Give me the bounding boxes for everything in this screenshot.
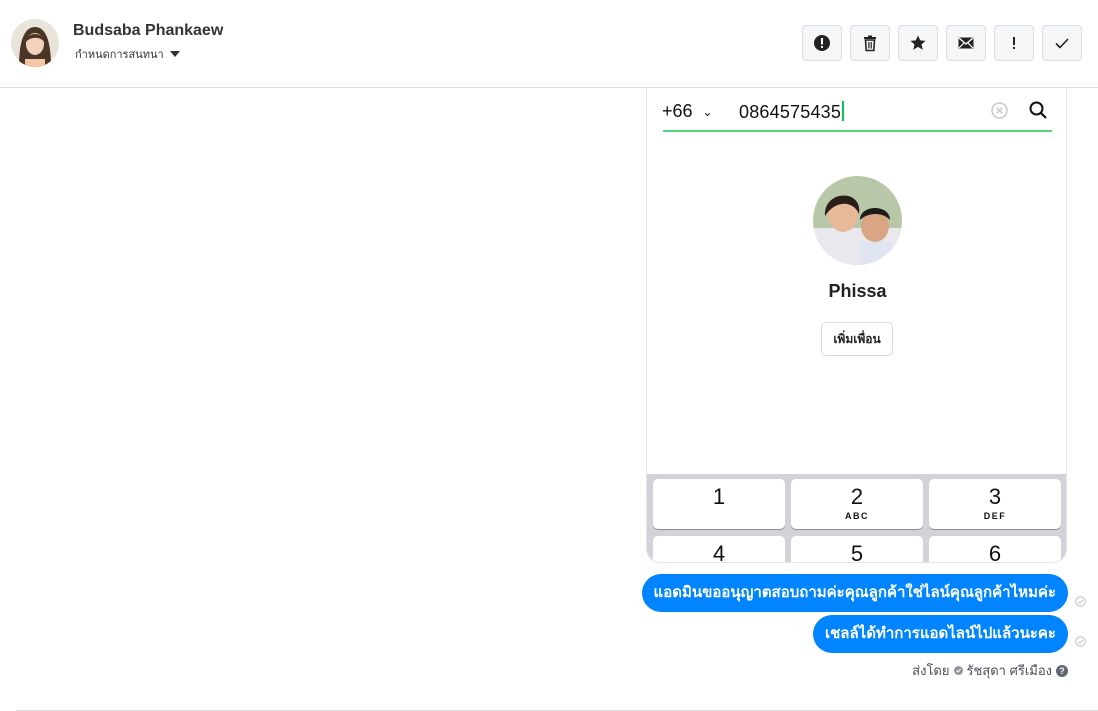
message-bubble[interactable]: แอดมินขออนุญาตสอบถามค่ะคุณลูกค้าใช่ไลน์ค… <box>641 574 1068 612</box>
exclamation-icon <box>1013 37 1015 49</box>
caret-down-icon <box>169 51 180 57</box>
key-5: 5 <box>791 536 923 563</box>
country-code: +66 <box>662 101 693 121</box>
conversation-menu[interactable]: กำหนดการสนทนา <box>75 45 180 63</box>
key-4: 4 <box>653 536 785 563</box>
mark-unread-button[interactable] <box>946 25 986 61</box>
country-code-select: +66 ⌄ <box>662 101 713 122</box>
star-button[interactable] <box>898 25 938 61</box>
friend-avatar <box>813 176 902 265</box>
phone-number-field: 0864575435 <box>739 101 845 123</box>
envelope-icon <box>958 37 974 49</box>
trash-icon <box>864 35 876 52</box>
key-2: 2 ABC <box>791 479 923 529</box>
sent-check-icon <box>1075 596 1086 607</box>
key-letters: ABC <box>845 511 869 521</box>
message-bubble[interactable]: เชลล์ได้ทำการแอดไลน์ไปแล้วนะคะ <box>812 615 1068 653</box>
sent-by-label: ส่งโดย <box>912 663 950 678</box>
key-digit: 2 <box>850 484 864 509</box>
search-icon <box>1029 101 1047 119</box>
key-3: 3 DEF <box>929 479 1061 529</box>
key-letters: DEF <box>983 511 1007 521</box>
image-attachment[interactable]: +66 ⌄ 0864575435 Phissa เพิ่มเพื่อน 1 2 A… <box>646 88 1067 563</box>
chevron-down-icon: ⌄ <box>702 104 713 119</box>
conversation-header: Budsaba Phankaew กำหนดการสนทนา <box>0 0 1098 88</box>
key-digit: 4 <box>712 541 726 563</box>
keypad: 1 2 ABC 3 DEF 4 5 6 <box>647 474 1066 563</box>
conversation-menu-label: กำหนดการสนทนา <box>75 49 164 61</box>
sent-by-info: ส่งโดย รัชสุดา ศรีเมือง ? <box>700 660 1068 681</box>
key-1: 1 <box>653 479 785 529</box>
key-digit: 3 <box>988 484 1002 509</box>
clear-icon <box>991 102 1008 119</box>
key-digit: 5 <box>850 541 864 563</box>
text-cursor <box>842 101 845 121</box>
verified-icon <box>953 666 963 675</box>
follow-up-button[interactable] <box>994 25 1034 61</box>
key-digit: 6 <box>988 541 1002 563</box>
input-underline <box>663 130 1052 132</box>
friend-name: Phissa <box>828 281 887 301</box>
alert-circle-icon <box>814 35 830 51</box>
key-digit: 1 <box>712 484 726 509</box>
sent-check-icon <box>1075 636 1086 647</box>
delete-button[interactable] <box>850 25 890 61</box>
agent-name[interactable]: รัชสุดา ศรีเมือง <box>967 660 1053 681</box>
avatar[interactable] <box>11 19 59 67</box>
contact-name: Budsaba Phankaew <box>73 22 224 39</box>
svg-text:?: ? <box>1059 666 1065 676</box>
phone-number-value: 0864575435 <box>739 102 842 122</box>
help-icon[interactable]: ? <box>1056 664 1068 677</box>
add-friend-button: เพิ่มเพื่อน <box>821 322 893 356</box>
checkmark-icon <box>1055 38 1069 49</box>
mark-spam-button[interactable] <box>802 25 842 61</box>
mark-done-button[interactable] <box>1042 25 1082 61</box>
star-icon <box>910 35 926 50</box>
key-6: 6 <box>929 536 1061 563</box>
